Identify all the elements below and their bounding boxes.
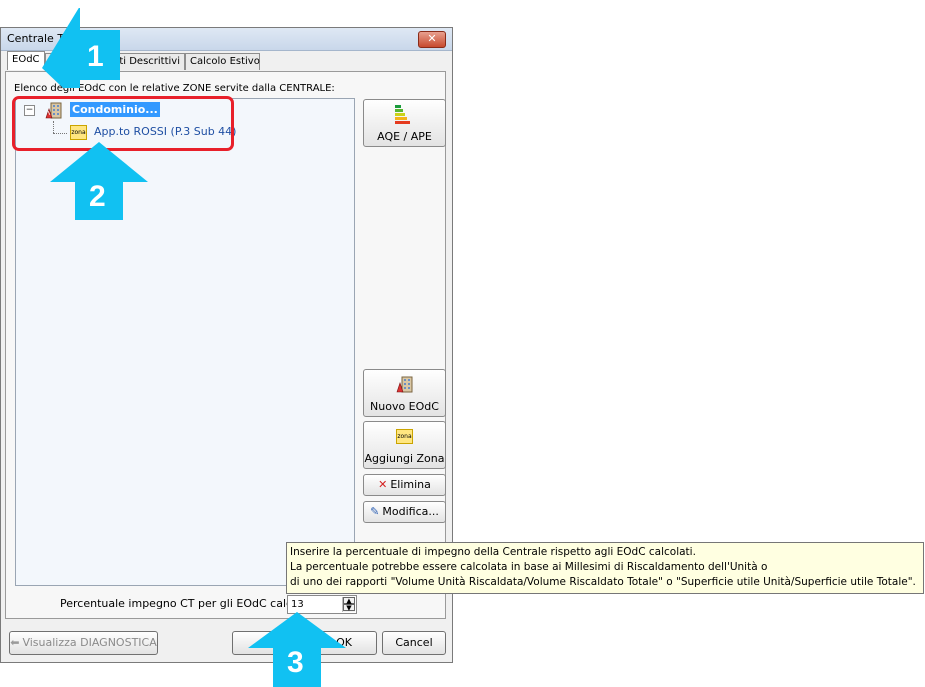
diagnostica-label: Visualizza DIAGNOSTICA — [22, 636, 157, 649]
elimina-button[interactable]: ✕ Elimina — [363, 474, 446, 496]
close-button[interactable]: ✕ — [418, 31, 446, 48]
aqe-ape-label: AQE / APE — [377, 130, 432, 143]
arrow-up-left-icon — [42, 8, 120, 88]
cancel-label: Cancel — [395, 636, 433, 649]
callout-number-1: 1 — [87, 40, 104, 73]
modifica-button[interactable]: ✎ Modifica... — [363, 501, 446, 523]
callout-arrow-2: 2 — [50, 142, 148, 220]
spin-down-icon[interactable]: ▼ — [343, 604, 355, 612]
cancel-button[interactable]: Cancel — [382, 631, 446, 655]
tab-calcolo-estivo[interactable]: Calcolo Estivo — [185, 53, 260, 70]
spin-up-icon[interactable]: ▲ — [343, 597, 355, 605]
energy-class-icon — [395, 105, 410, 124]
aggiungi-zona-label: Aggiungi Zona — [364, 452, 445, 465]
percent-label: Percentuale impegno CT per gli EOdC calc… — [60, 597, 316, 610]
edit-icon: ✎ — [370, 505, 380, 518]
arrow-left-icon: ⬅ — [10, 636, 20, 649]
callout-number-2: 2 — [89, 180, 106, 213]
aggiungi-zona-button[interactable]: zona Aggiungi Zona — [363, 421, 446, 469]
percent-spinner[interactable]: ▲ ▼ — [342, 597, 355, 612]
callout-arrow-1: 1 — [40, 8, 120, 88]
aqe-ape-button[interactable]: AQE / APE — [363, 99, 446, 147]
tooltip-line: La percentuale potrebbe essere calcolata… — [290, 561, 768, 573]
modifica-label: Modifica... — [382, 505, 439, 518]
percent-value: 13 — [291, 599, 304, 610]
elimina-label: Elimina — [390, 478, 431, 491]
callout-arrow-3: 3 — [248, 612, 346, 687]
tooltip-line: Inserire la percentuale di impegno della… — [290, 546, 696, 558]
zona-icon: zona — [396, 429, 413, 444]
nuovo-eodc-label: Nuovo EOdC — [370, 400, 439, 413]
building-icon — [396, 376, 413, 393]
percent-tooltip: Inserire la percentuale di impegno della… — [286, 542, 924, 594]
tooltip-line: di uno dei rapporti "Volume Unità Riscal… — [290, 576, 916, 588]
visualizza-diagnostica-button[interactable]: ⬅ Visualizza DIAGNOSTICA — [9, 631, 158, 655]
delete-icon: ✕ — [378, 478, 388, 491]
nuovo-eodc-button[interactable]: Nuovo EOdC — [363, 369, 446, 417]
callout-number-3: 3 — [287, 646, 304, 679]
